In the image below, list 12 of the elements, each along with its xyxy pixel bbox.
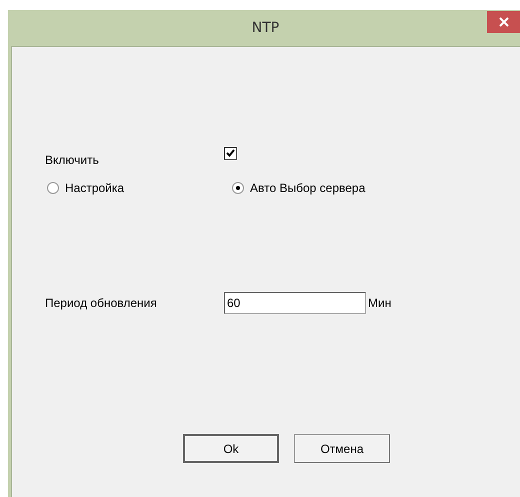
radio-option[interactable]: Авто Выбор сервера [232, 181, 366, 195]
unit-label: Мин [368, 296, 392, 310]
ok-button[interactable]: Ok [183, 434, 279, 463]
radio-option[interactable]: Настройка [47, 181, 232, 195]
update-period-field[interactable]: 60 [224, 292, 366, 314]
cancel-button[interactable]: Отмена [294, 434, 390, 463]
update-period-label: Период обновления [45, 296, 158, 310]
close-button[interactable] [487, 11, 520, 33]
enable-checkbox[interactable] [224, 146, 237, 160]
close-icon [498, 17, 508, 27]
window-title: NTP [252, 20, 280, 36]
enable-label: Включить [45, 153, 100, 167]
